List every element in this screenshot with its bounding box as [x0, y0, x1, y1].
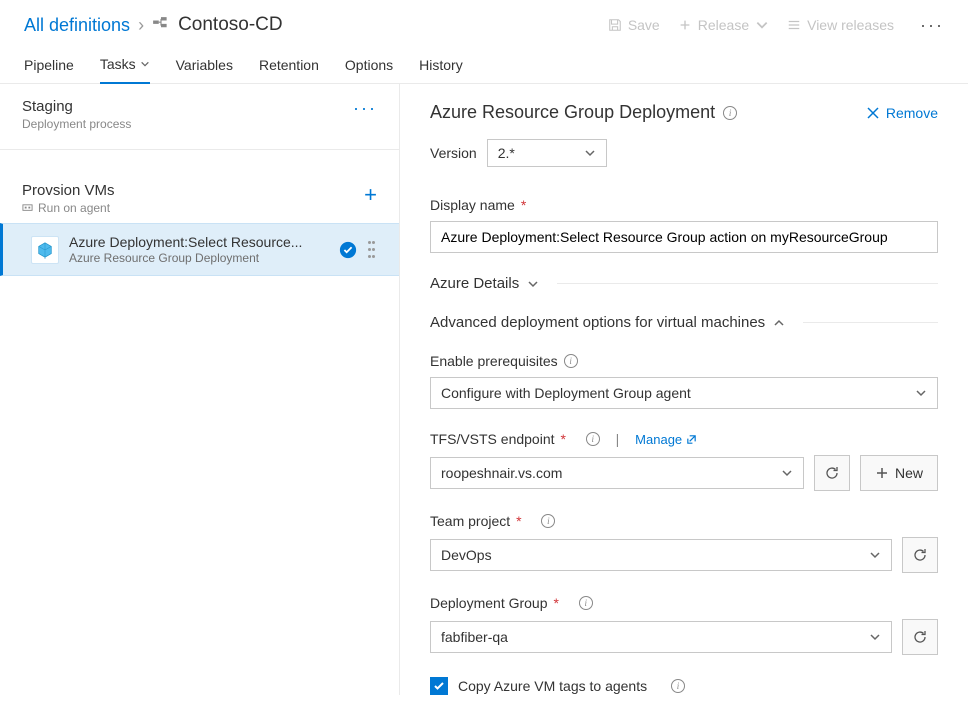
plus-icon	[678, 18, 692, 32]
list-icon	[787, 18, 801, 32]
tab-tasks[interactable]: Tasks	[100, 48, 150, 84]
display-name-input[interactable]	[430, 221, 938, 253]
stage-subtitle: Deployment process	[22, 117, 131, 131]
chevron-down-icon	[140, 59, 150, 69]
prerequisites-label: Enable prerequisites	[430, 353, 558, 369]
refresh-icon	[824, 465, 840, 481]
agent-icon	[22, 203, 33, 214]
refresh-button[interactable]	[814, 455, 850, 491]
check-circle-icon	[339, 241, 357, 259]
close-icon	[866, 106, 880, 120]
chevron-down-icon	[755, 18, 769, 32]
phase-subtitle: Run on agent	[22, 201, 115, 215]
tab-variables[interactable]: Variables	[176, 48, 233, 83]
page-title: Contoso-CD	[178, 14, 283, 36]
stage-title: Staging	[22, 98, 131, 115]
required-indicator: *	[521, 197, 526, 213]
manage-link[interactable]: Manage	[635, 432, 697, 447]
required-indicator: *	[516, 513, 521, 529]
tab-history[interactable]: History	[419, 48, 463, 83]
required-indicator: *	[561, 431, 566, 447]
detail-title: Azure Resource Group Deployment	[430, 102, 715, 123]
save-button[interactable]: Save	[608, 17, 660, 33]
refresh-button[interactable]	[902, 619, 938, 655]
display-name-label: Display name	[430, 197, 515, 213]
add-task-button[interactable]: +	[364, 182, 377, 208]
drag-handle-icon[interactable]	[367, 241, 377, 259]
info-icon[interactable]: i	[723, 106, 737, 120]
info-icon[interactable]: i	[564, 354, 578, 368]
plus-icon	[875, 466, 889, 480]
endpoint-select[interactable]: roopeshnair.vs.com	[430, 457, 804, 489]
task-title: Azure Deployment:Select Resource...	[69, 234, 331, 250]
endpoint-label: TFS/VSTS endpoint	[430, 431, 555, 447]
chevron-down-icon	[869, 631, 881, 643]
breadcrumb: All definitions › Contoso-CD	[24, 14, 283, 36]
version-label: Version	[430, 145, 477, 161]
task-subtitle: Azure Resource Group Deployment	[69, 251, 331, 265]
prerequisites-select[interactable]: Configure with Deployment Group agent	[430, 377, 938, 409]
external-link-icon	[686, 434, 697, 445]
chevron-right-icon: ›	[138, 15, 144, 36]
required-indicator: *	[554, 595, 559, 611]
team-project-select[interactable]: DevOps	[430, 539, 892, 571]
copy-tags-label: Copy Azure VM tags to agents	[458, 678, 647, 694]
deployment-group-label: Deployment Group	[430, 595, 548, 611]
phase-title: Provsion VMs	[22, 182, 115, 199]
stage-more-button[interactable]: ···	[353, 98, 377, 119]
release-icon	[152, 16, 170, 34]
stage-header[interactable]: Staging Deployment process ···	[0, 84, 399, 150]
remove-button[interactable]: Remove	[866, 105, 938, 121]
copy-tags-checkbox[interactable]	[430, 677, 448, 695]
chevron-down-icon	[584, 147, 596, 159]
version-select[interactable]: 2.*	[487, 139, 607, 167]
release-button[interactable]: Release	[678, 17, 769, 33]
info-icon[interactable]: i	[671, 679, 685, 693]
tab-retention[interactable]: Retention	[259, 48, 319, 83]
tab-pipeline[interactable]: Pipeline	[24, 48, 74, 83]
info-icon[interactable]: i	[586, 432, 600, 446]
chevron-down-icon	[781, 467, 793, 479]
advanced-options-section[interactable]: Advanced deployment options for virtual …	[430, 314, 938, 331]
refresh-icon	[912, 547, 928, 563]
check-icon	[433, 680, 445, 692]
chevron-down-icon	[527, 278, 539, 290]
task-row-selected[interactable]: Azure Deployment:Select Resource... Azur…	[0, 223, 399, 276]
azure-cube-icon	[31, 236, 59, 264]
view-releases-button[interactable]: View releases	[787, 17, 894, 33]
chevron-down-icon	[869, 549, 881, 561]
info-icon[interactable]: i	[541, 514, 555, 528]
breadcrumb-root-link[interactable]: All definitions	[24, 15, 130, 36]
tab-options[interactable]: Options	[345, 48, 393, 83]
deployment-group-select[interactable]: fabfiber-qa	[430, 621, 892, 653]
new-button[interactable]: New	[860, 455, 938, 491]
phase-row[interactable]: Provsion VMs Run on agent +	[0, 170, 399, 223]
azure-details-section[interactable]: Azure Details	[430, 275, 938, 292]
save-icon	[608, 18, 622, 32]
team-project-label: Team project	[430, 513, 510, 529]
chevron-up-icon	[773, 317, 785, 329]
refresh-icon	[912, 629, 928, 645]
more-actions-button[interactable]: ···	[912, 15, 944, 36]
info-icon[interactable]: i	[579, 596, 593, 610]
chevron-down-icon	[915, 387, 927, 399]
refresh-button[interactable]	[902, 537, 938, 573]
